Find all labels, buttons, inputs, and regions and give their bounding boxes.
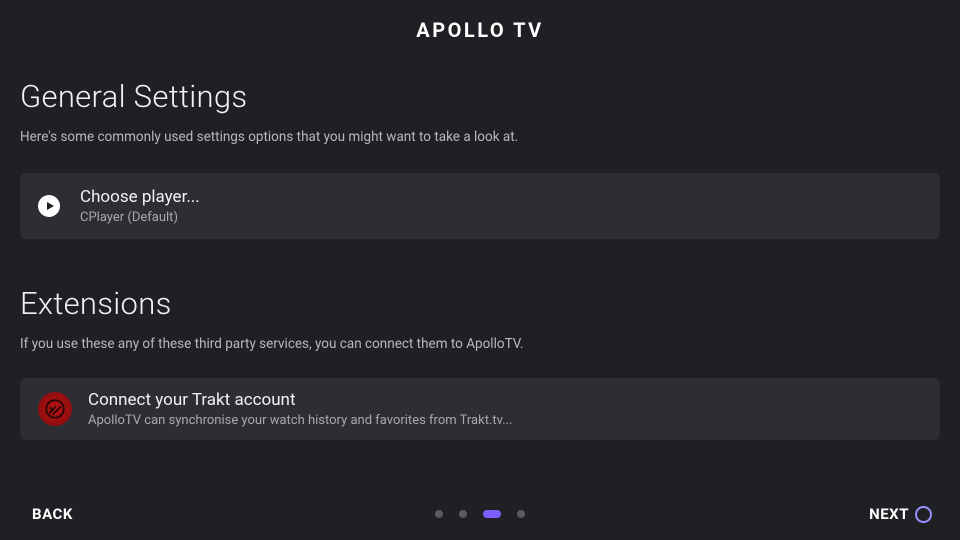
settings-content: General Settings Here's some commonly us… — [0, 48, 960, 540]
choose-player-title: Choose player... — [80, 187, 200, 207]
extensions-desc: If you use these any of these third part… — [20, 336, 940, 352]
choose-player-row[interactable]: Choose player... CPlayer (Default) — [20, 173, 940, 239]
play-icon — [38, 195, 60, 217]
next-button[interactable]: NEXT — [869, 505, 932, 523]
app-logo: APOLLO TV — [416, 18, 543, 42]
general-settings-desc: Here's some commonly used settings optio… — [20, 129, 940, 145]
choose-player-text: Choose player... CPlayer (Default) — [80, 187, 200, 225]
page-dot-1 — [459, 510, 467, 518]
connect-trakt-text: Connect your Trakt account ApolloTV can … — [88, 390, 513, 428]
next-label: NEXT — [869, 505, 909, 523]
trakt-icon — [38, 392, 72, 426]
connect-trakt-row[interactable]: Connect your Trakt account ApolloTV can … — [20, 378, 940, 440]
choose-player-subtitle: CPlayer (Default) — [80, 210, 200, 225]
page-dot-3 — [517, 510, 525, 518]
page-dot-2 — [483, 510, 501, 518]
footer-bar: BACK NEXT — [0, 494, 960, 540]
back-label: BACK — [32, 505, 73, 523]
back-button[interactable]: BACK — [32, 505, 73, 523]
page-indicator — [435, 510, 525, 518]
general-settings-title: General Settings — [20, 78, 940, 115]
extensions-title: Extensions — [20, 285, 940, 322]
app-header: APOLLO TV — [0, 0, 960, 48]
page-dot-0 — [435, 510, 443, 518]
focus-ring-icon — [915, 506, 932, 523]
connect-trakt-title: Connect your Trakt account — [88, 390, 513, 410]
connect-trakt-subtitle: ApolloTV can synchronise your watch hist… — [88, 413, 513, 428]
